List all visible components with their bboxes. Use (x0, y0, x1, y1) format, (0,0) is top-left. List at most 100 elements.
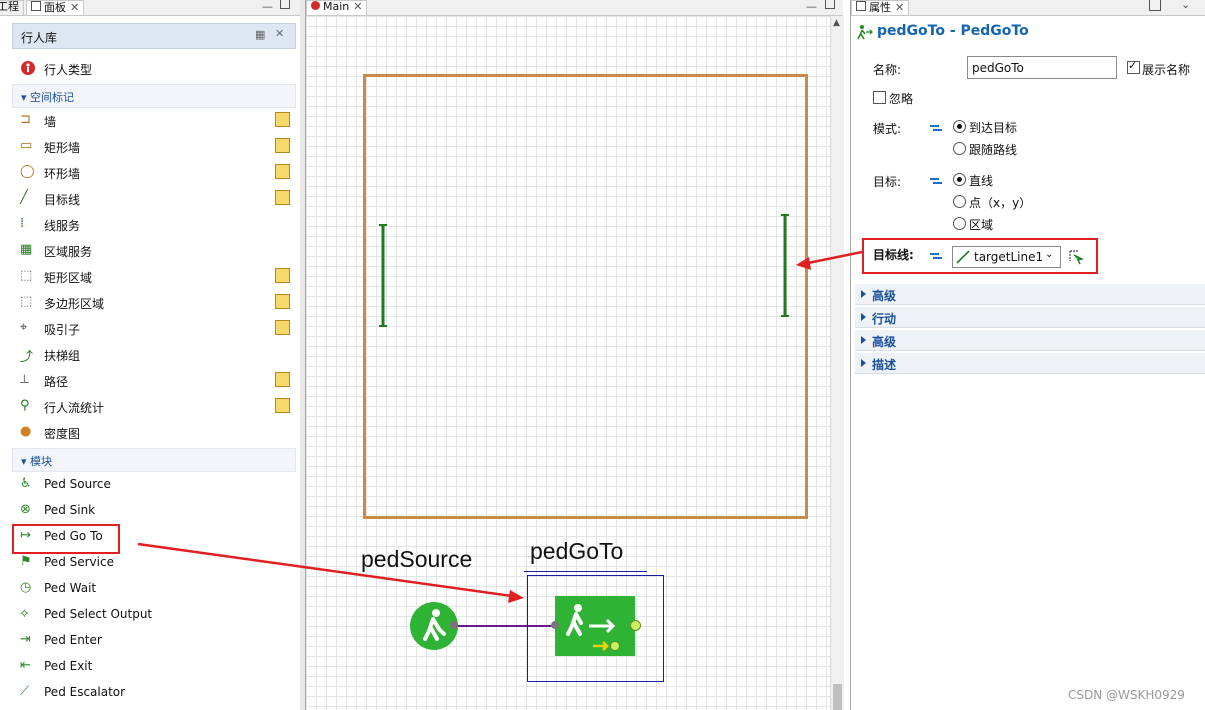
palette-item-polygon-area[interactable]: ⬚ 多边形区域 (18, 292, 294, 314)
section-0[interactable]: 高级 (855, 284, 1205, 305)
palette-item-label: 矩形区域 (44, 271, 93, 285)
edit-pencil-icon[interactable] (275, 164, 290, 179)
section-title: 描述 (872, 358, 897, 372)
main-editor: Main ✕ — ▲ pedSource pedGoTo (305, 0, 844, 710)
palette-item-ped-type[interactable]: 行人类型 (18, 58, 294, 80)
minimize-icon[interactable]: — (806, 0, 817, 13)
palette-item-rect-area[interactable]: ⬚ 矩形区域 (18, 266, 294, 288)
palette-item-flow-statistics[interactable]: ⚲ 行人流统计 (18, 396, 294, 418)
ped-source-out-port[interactable] (450, 621, 458, 629)
palette-item-path[interactable]: ⟂ 路径 (18, 370, 294, 392)
close-icon[interactable]: ✕ (70, 1, 79, 14)
close-icon[interactable]: ✕ (275, 27, 284, 40)
edit-pencil-icon[interactable] (275, 320, 290, 335)
palette-item-target-line[interactable]: ╱ 目标线 (18, 188, 294, 210)
name-input[interactable]: pedGoTo (967, 56, 1117, 79)
ped-goto-out-port[interactable] (630, 620, 641, 631)
section-2[interactable]: 高级 (855, 330, 1205, 351)
target-radio-line[interactable] (953, 173, 966, 186)
pin-icon[interactable] (1149, 0, 1161, 11)
ped-goto-block[interactable] (555, 596, 635, 656)
target-line-left[interactable] (378, 224, 388, 328)
target-option-label: 区域 (969, 218, 994, 232)
edit-pencil-icon[interactable] (275, 372, 290, 387)
ignore-checkbox[interactable] (873, 91, 886, 104)
ped-source-icon: ♿ (20, 476, 32, 491)
chevron-down-icon: ⌄ (1045, 249, 1054, 260)
palette-item-ped-sink[interactable]: ⊗ Ped Sink (18, 500, 294, 522)
edit-pencil-icon[interactable] (275, 190, 290, 205)
palette-item-wall[interactable]: ⊐ 墙 (18, 110, 294, 132)
palette-item-label: 线服务 (44, 219, 81, 233)
group-space-markup[interactable]: ▾ 空间标记 (12, 84, 296, 108)
tab-palette[interactable]: 面板 ✕ (26, 0, 85, 15)
tab-main[interactable]: Main ✕ (306, 0, 368, 15)
ped-goto-timeout-port[interactable] (610, 641, 620, 651)
tab-main-label: Main (323, 0, 350, 13)
palette-item-label: 行人类型 (44, 63, 93, 77)
show-name-checkbox[interactable]: ✓ (1127, 59, 1140, 74)
tab-palette-label: 面板 (44, 1, 66, 14)
minimize-icon[interactable]: — (262, 0, 273, 13)
palette-item-attractor[interactable]: ⌖ 吸引子 (18, 318, 294, 340)
scroll-thumb[interactable] (833, 684, 842, 710)
palette-item-ped-source[interactable]: ♿ Ped Source (18, 474, 294, 496)
static-dynamic-icon[interactable] (930, 176, 942, 186)
select-on-canvas-icon[interactable] (1068, 249, 1084, 265)
ped-goto-label: pedGoTo (530, 538, 624, 564)
maximize-icon[interactable] (825, 0, 835, 9)
palette-item-ped-exit[interactable]: ⇤ Ped Exit (18, 656, 294, 678)
section-3[interactable]: 描述 (855, 353, 1205, 374)
static-dynamic-icon[interactable] (930, 123, 942, 133)
palette-item-area-service[interactable]: ▦ 区域服务 (18, 240, 294, 262)
target-radio-point[interactable] (953, 195, 966, 208)
properties-header: pedGoTo - PedGoTo (855, 22, 1200, 42)
palette-item-ring-wall[interactable]: ◯ 环形墙 (18, 162, 294, 184)
edit-pencil-icon[interactable] (275, 398, 290, 413)
target-radio-area[interactable] (953, 217, 966, 230)
left-tabbar: 工程 面板 ✕ — (0, 0, 300, 16)
palette-item-label: 目标线 (44, 193, 81, 207)
show-name-label: 展示名称 (1142, 63, 1191, 77)
ring-wall-icon: ◯ (20, 164, 35, 179)
rectangular-wall[interactable] (363, 74, 808, 519)
palette-item-label: Ped Select Output (44, 607, 153, 621)
target-line-right[interactable] (780, 214, 790, 318)
palette-item-escalator-group[interactable]: ⤴ 扶梯组 (18, 344, 294, 366)
edit-pencil-icon[interactable] (275, 138, 290, 153)
palette-item-ped-service[interactable]: ⚑ Ped Service (18, 552, 294, 574)
mode-radio-reach-target[interactable] (953, 120, 966, 133)
section-1[interactable]: 行动 (855, 307, 1205, 328)
palette-item-ped-wait[interactable]: ◷ Ped Wait (18, 578, 294, 600)
grid-view-icon[interactable]: ▦ (255, 28, 265, 41)
scroll-up-icon[interactable]: ▲ (833, 18, 840, 28)
edit-pencil-icon[interactable] (275, 268, 290, 283)
palette-item-label: 环形墙 (44, 167, 81, 181)
close-icon[interactable]: ✕ (353, 0, 362, 13)
static-dynamic-icon[interactable] (930, 251, 942, 261)
canvas-scrollbar[interactable]: ▲ (830, 16, 844, 710)
ped-goto-in-port[interactable] (551, 621, 559, 629)
mode-radio-follow-route[interactable] (953, 142, 966, 155)
palette-item-density-map[interactable]: ● 密度图 (18, 422, 294, 444)
target-option-label: 直线 (969, 174, 994, 188)
palette-item-ped-enter[interactable]: ⇥ Ped Enter (18, 630, 294, 652)
close-icon[interactable]: ✕ (895, 1, 904, 14)
edit-pencil-icon[interactable] (275, 112, 290, 127)
tab-properties-label: 属性 (869, 1, 891, 14)
palette-item-line-service[interactable]: ⁞ 线服务 (18, 214, 294, 236)
watermark: CSDN @WSKH0929 (1068, 688, 1185, 702)
palette-item-ped-select-output[interactable]: ⟡ Ped Select Output (18, 604, 294, 626)
maximize-icon[interactable] (280, 0, 290, 9)
edit-pencil-icon[interactable] (275, 294, 290, 309)
target-line-dropdown[interactable]: targetLine1 ⌄ (952, 246, 1061, 268)
tab-properties[interactable]: 属性 ✕ (851, 0, 910, 15)
tab-project[interactable]: 工程 (0, 0, 24, 15)
density-map-icon: ● (20, 424, 32, 439)
view-menu-icon[interactable]: ⌄ (1181, 0, 1190, 11)
palette-item-rect-wall[interactable]: ▭ 矩形墙 (18, 136, 294, 158)
palette-item-ped-escalator[interactable]: ⟋ Ped Escalator (18, 682, 294, 704)
section-title: 高级 (872, 335, 897, 349)
label-underline (524, 571, 647, 572)
group-blocks[interactable]: ▾ 模块 (12, 448, 296, 472)
